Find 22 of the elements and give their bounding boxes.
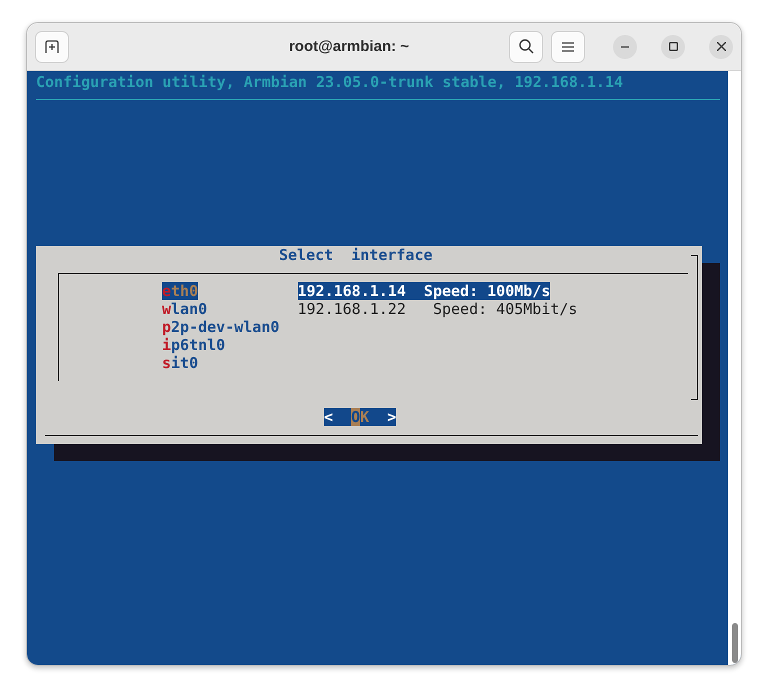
- dialog-title: Select interface: [279, 246, 433, 264]
- window-title: root@armbian: ~: [288, 38, 410, 55]
- close-button[interactable]: [709, 34, 733, 58]
- menu-button[interactable]: [551, 30, 585, 62]
- ok-button[interactable]: < OK >: [324, 408, 396, 426]
- new-tab-icon: [45, 40, 59, 54]
- maximize-button[interactable]: [661, 34, 685, 58]
- new-tab-button[interactable]: [35, 30, 69, 62]
- interface-name[interactable]: p2p-dev-wlan0: [162, 318, 280, 336]
- close-icon: [716, 42, 726, 51]
- interface-name[interactable]: sit0: [162, 354, 198, 372]
- maximize-icon: [668, 42, 678, 51]
- menu-icon: [562, 42, 574, 52]
- scrollbar[interactable]: [732, 623, 738, 663]
- minimize-icon: [621, 46, 629, 48]
- search-button[interactable]: [509, 30, 543, 62]
- header-text: Configuration utility, Armbian 23.05.0-trunk stable, 192.168.1.14: [36, 73, 623, 91]
- interface-name[interactable]: wlan0: [162, 300, 208, 318]
- interface-name[interactable]: ip6tnl0: [162, 336, 226, 354]
- search-icon: [518, 39, 534, 54]
- interface-details: 192.168.1.22 Speed: 405Mbit/s: [298, 300, 578, 318]
- interface-details: 192.168.1.14 Speed: 100Mb/s: [298, 282, 550, 300]
